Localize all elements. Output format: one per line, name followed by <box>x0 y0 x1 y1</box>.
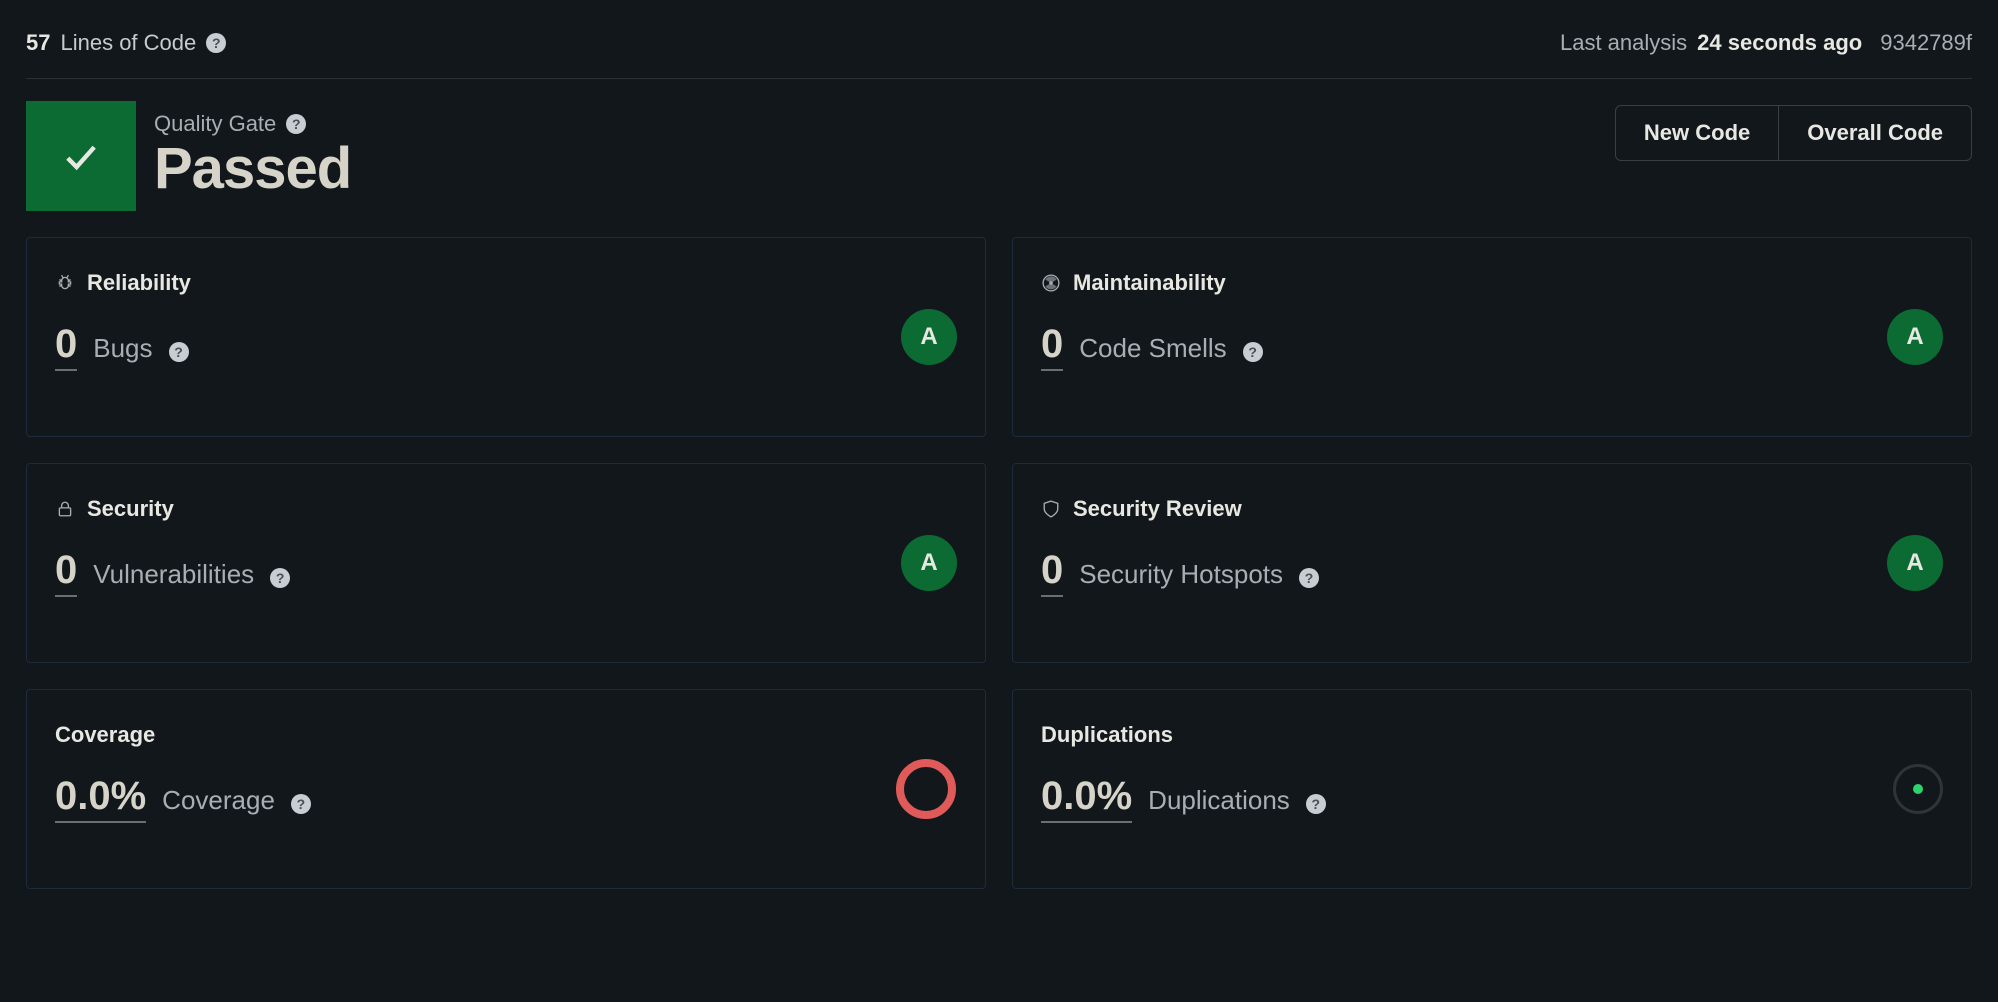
metric-label: Security Hotspots <box>1079 559 1283 590</box>
help-icon[interactable]: ? <box>1306 794 1326 814</box>
card-maintainability: Maintainability 0 Code Smells ? A <box>1012 237 1972 437</box>
metric-value[interactable]: 0 <box>55 548 77 597</box>
metric-label: Duplications <box>1148 785 1290 816</box>
coverage-ring-icon[interactable] <box>895 758 957 820</box>
metric-label: Code Smells <box>1079 333 1226 364</box>
card-coverage: Coverage 0.0% Coverage ? <box>26 689 986 889</box>
bug-icon <box>55 273 75 293</box>
metric-label: Vulnerabilities <box>93 559 254 590</box>
quality-gate-status: Passed <box>154 137 351 201</box>
help-icon[interactable]: ? <box>206 33 226 53</box>
rating-badge[interactable]: A <box>901 309 957 365</box>
metric-value[interactable]: 0 <box>1041 322 1063 371</box>
analysis-ago[interactable]: 24 seconds ago <box>1697 30 1862 56</box>
rating-badge[interactable]: A <box>1887 309 1943 365</box>
loc-count[interactable]: 57 <box>26 30 50 56</box>
card-security-review: Security Review 0 Security Hotspots ? A <box>1012 463 1972 663</box>
card-reliability: Reliability 0 Bugs ? A <box>26 237 986 437</box>
quality-gate: Quality Gate ? Passed <box>26 101 351 211</box>
card-security: Security 0 Vulnerabilities ? A <box>26 463 986 663</box>
help-icon[interactable]: ? <box>286 114 306 134</box>
rating-badge[interactable]: A <box>901 535 957 591</box>
card-title: Security <box>87 496 174 522</box>
help-icon[interactable]: ? <box>169 342 189 362</box>
metric-value[interactable]: 0.0% <box>55 774 146 823</box>
help-icon[interactable]: ? <box>270 568 290 588</box>
tab-overall-code[interactable]: Overall Code <box>1778 106 1971 160</box>
loc-section: 57 Lines of Code ? <box>26 30 226 56</box>
card-title: Duplications <box>1041 722 1173 748</box>
check-icon <box>59 134 103 178</box>
card-duplications: Duplications 0.0% Duplications ? <box>1012 689 1972 889</box>
code-tabs: New Code Overall Code <box>1615 105 1972 161</box>
rating-badge[interactable]: A <box>1887 535 1943 591</box>
analysis-prefix: Last analysis <box>1560 30 1687 56</box>
analysis-info: Last analysis 24 seconds ago 9342789f <box>1560 30 1972 56</box>
metric-label: Coverage <box>162 785 275 816</box>
quality-gate-row: Quality Gate ? Passed New Code Overall C… <box>26 101 1972 211</box>
quality-gate-label: Quality Gate <box>154 111 276 137</box>
metric-value[interactable]: 0 <box>1041 548 1063 597</box>
metrics-grid: Reliability 0 Bugs ? A Maintainability 0… <box>26 237 1972 889</box>
duplications-ring-icon[interactable] <box>1893 764 1943 814</box>
lock-icon <box>55 499 75 519</box>
radiation-icon <box>1041 273 1061 293</box>
metric-value[interactable]: 0 <box>55 322 77 371</box>
card-title: Security Review <box>1073 496 1242 522</box>
tab-new-code[interactable]: New Code <box>1616 106 1778 160</box>
card-title: Reliability <box>87 270 191 296</box>
metric-label: Bugs <box>93 333 152 364</box>
shield-icon <box>1041 499 1061 519</box>
help-icon[interactable]: ? <box>1243 342 1263 362</box>
metric-value[interactable]: 0.0% <box>1041 774 1132 823</box>
quality-gate-badge <box>26 101 136 211</box>
card-title: Maintainability <box>1073 270 1226 296</box>
help-icon[interactable]: ? <box>291 794 311 814</box>
dot-icon <box>1913 784 1923 794</box>
loc-label: Lines of Code <box>60 30 196 56</box>
top-bar: 57 Lines of Code ? Last analysis 24 seco… <box>26 30 1972 79</box>
commit-sha[interactable]: 9342789f <box>1880 30 1972 56</box>
card-title: Coverage <box>55 722 155 748</box>
help-icon[interactable]: ? <box>1299 568 1319 588</box>
